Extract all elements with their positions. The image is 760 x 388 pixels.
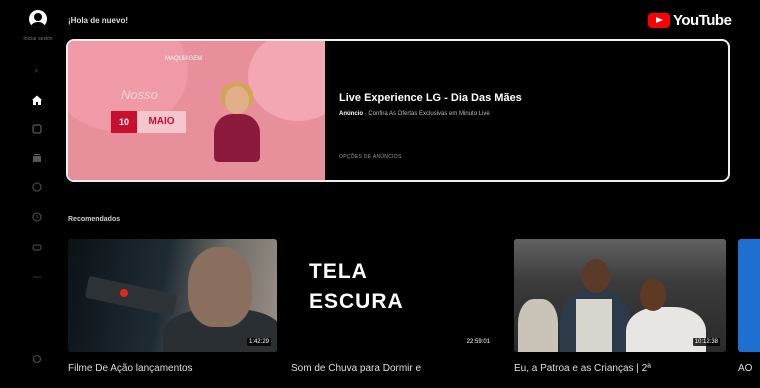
video-title[interactable]: AO xyxy=(738,362,760,375)
video-thumbnail[interactable] xyxy=(738,239,760,352)
signin-label[interactable]: Iniciar sesión xyxy=(22,36,54,43)
video-thumbnail[interactable]: TELA ESCURA 22:59:01 xyxy=(291,239,498,352)
ad-image: MAQUIAGEM Nosso 10 MAIO xyxy=(68,41,325,180)
ad-person xyxy=(208,82,266,166)
video-duration: 10:12:38 xyxy=(692,338,720,346)
ad-date-month: MAIO xyxy=(137,111,186,133)
subscriptions-icon[interactable] xyxy=(30,151,44,165)
account-avatar-icon[interactable] xyxy=(29,10,47,28)
video-title[interactable]: Som de Chuva para Dormir e xyxy=(291,362,498,375)
greeting-text: ¡Hola de nuevo! xyxy=(68,16,129,25)
ad-options-button[interactable]: OPÇÕES DE ANÚNCIOS xyxy=(339,154,402,160)
library-icon[interactable] xyxy=(30,180,44,194)
section-title: Recomendados xyxy=(68,216,121,223)
ad-sponsor-label: Anúncio xyxy=(339,111,363,117)
ad-date-box: 10 MAIO xyxy=(111,111,186,133)
ad-subtitle: Anúncio · Confira As Ofertas Exclusivas … xyxy=(339,111,490,117)
video-title[interactable]: Filme De Ação lançamentos xyxy=(68,362,277,375)
more-icon[interactable] xyxy=(30,270,44,284)
ad-image-title: Nosso xyxy=(121,87,158,102)
video-duration: 22:59:01 xyxy=(464,338,492,346)
sidebar: Iniciar sesión ⌕ xyxy=(0,0,62,388)
video-duration: 1:42:29 xyxy=(246,338,271,346)
video-thumbnail[interactable]: 1:42:29 xyxy=(68,239,277,352)
ad-banner[interactable]: MAQUIAGEM Nosso 10 MAIO Live Experience … xyxy=(66,39,730,182)
ad-date-day: 10 xyxy=(111,111,137,133)
youtube-play-icon xyxy=(648,13,670,28)
video-title[interactable]: Eu, a Patroa e as Crianças | 2ª xyxy=(514,362,726,375)
ad-title[interactable]: Live Experience LG - Dia Das Mães xyxy=(339,92,522,104)
thumbnail-text-line: TELA xyxy=(309,260,368,283)
home-icon[interactable] xyxy=(30,93,44,107)
history-icon[interactable] xyxy=(30,210,44,224)
ad-image-top-text: MAQUIAGEM xyxy=(165,56,203,62)
youtube-logo-text: YouTube xyxy=(673,12,732,29)
youtube-logo: YouTube xyxy=(648,12,732,29)
settings-icon[interactable] xyxy=(30,352,44,366)
search-icon[interactable]: ⌕ xyxy=(34,66,38,76)
thumbnail-text-line: ESCURA xyxy=(309,290,404,313)
ad-description: · Confira As Ofertas Exclusivas em Minut… xyxy=(364,111,490,117)
gaming-icon[interactable] xyxy=(30,240,44,254)
video-thumbnail[interactable]: 10:12:38 xyxy=(514,239,726,352)
shorts-icon[interactable] xyxy=(30,122,44,136)
thumbnail-text: TELA ESCURA xyxy=(309,257,404,317)
